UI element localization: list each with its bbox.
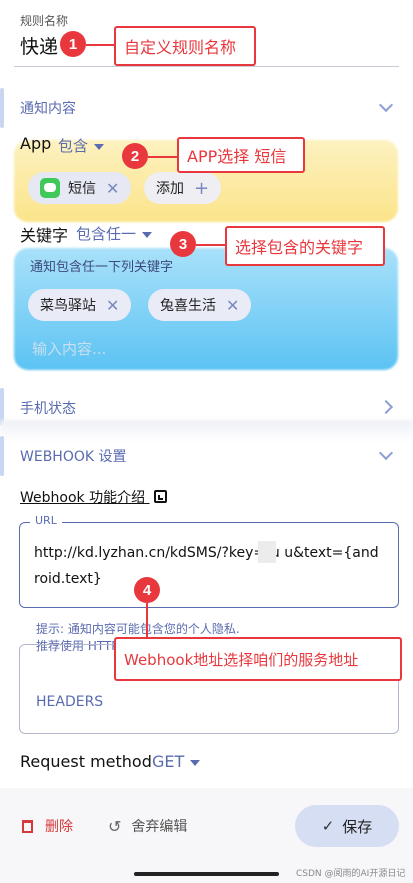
dropdown-arrow-icon bbox=[142, 231, 153, 238]
annotation-connector bbox=[148, 156, 178, 158]
trash-icon bbox=[22, 819, 33, 833]
section-accent bbox=[0, 436, 4, 476]
annotation-number: 4 bbox=[134, 577, 160, 603]
watermark: CSDN @阅雨的AI开源日记 bbox=[296, 869, 406, 879]
keyword-mode-dropdown[interactable]: 包含任一 bbox=[76, 223, 153, 244]
delete-label: 删除 bbox=[45, 819, 73, 835]
phone-state-section-title[interactable]: 手机状态 bbox=[20, 398, 76, 418]
keyword-chip-label: 兔喜生活 bbox=[160, 298, 216, 314]
request-method-value: GET bbox=[152, 752, 185, 771]
discard-button[interactable]: ↺ 舍弃编辑 bbox=[108, 816, 187, 836]
app-mode-dropdown[interactable]: 包含 bbox=[58, 135, 105, 156]
add-app-chip[interactable]: 添加 + bbox=[144, 172, 222, 204]
app-chip[interactable]: 短信 ✕ bbox=[28, 172, 132, 204]
discard-label: 舍弃编辑 bbox=[131, 819, 188, 835]
annotation-label: 自定义规则名称 bbox=[114, 26, 256, 66]
keyword-hint: 通知包含任一下列关键字 bbox=[30, 260, 174, 275]
annotation-connector bbox=[86, 44, 116, 46]
sms-app-icon bbox=[40, 178, 60, 198]
url-input[interactable]: http://kd.lyzhan.cn/kdSMS/?key=ru u&text… bbox=[34, 540, 384, 592]
annotation-connector bbox=[196, 244, 226, 246]
annotation-number: 2 bbox=[122, 143, 148, 169]
add-app-label: 添加 bbox=[156, 181, 184, 197]
close-icon[interactable]: ✕ bbox=[106, 179, 119, 198]
webhook-intro-label: Webhook 功能介绍 bbox=[20, 490, 146, 506]
check-icon: ✓ bbox=[321, 817, 335, 835]
app-chip-label: 短信 bbox=[68, 181, 96, 197]
save-button[interactable]: ✓ 保存 bbox=[295, 805, 399, 847]
home-indicator bbox=[134, 872, 279, 876]
request-method-label: Request method bbox=[20, 752, 152, 771]
rule-name-underline bbox=[14, 66, 399, 67]
annotation-connector bbox=[146, 603, 148, 639]
keyword-chip[interactable]: 兔喜生活 ✕ bbox=[148, 289, 252, 321]
app-mode-value: 包含 bbox=[58, 137, 89, 155]
close-icon[interactable]: ✕ bbox=[106, 296, 119, 315]
annotation-label: APP选择 短信 bbox=[177, 137, 305, 173]
annotation-number: 1 bbox=[60, 31, 86, 57]
keyword-chip-label: 菜鸟驿站 bbox=[40, 298, 96, 314]
keyword-mode-value: 包含任一 bbox=[76, 225, 137, 243]
keyword-chip[interactable]: 菜鸟驿站 ✕ bbox=[28, 289, 132, 321]
rule-name-label: 规则名称 bbox=[20, 14, 69, 28]
request-method-dropdown[interactable]: GET bbox=[152, 752, 201, 771]
rule-name-input[interactable]: 快递 bbox=[20, 32, 58, 59]
webhook-intro-link[interactable]: Webhook 功能介绍 bbox=[20, 487, 167, 507]
annotation-label: Webhook地址选择咱们的服务地址 bbox=[114, 637, 402, 681]
app-label: App bbox=[20, 134, 52, 153]
close-icon[interactable]: ✕ bbox=[226, 296, 239, 315]
delete-button[interactable]: 删除 bbox=[22, 816, 73, 836]
undo-icon: ↺ bbox=[108, 816, 122, 836]
annotation-number: 3 bbox=[170, 231, 196, 257]
plus-icon: + bbox=[194, 177, 210, 199]
url-label: URL bbox=[30, 514, 62, 527]
section-accent bbox=[0, 88, 4, 128]
annotation-label: 选择包含的关键字 bbox=[225, 226, 385, 266]
open-link-icon bbox=[153, 490, 167, 503]
notify-section-title[interactable]: 通知内容 bbox=[20, 98, 76, 118]
chevron-down-icon[interactable] bbox=[378, 97, 394, 113]
privacy-tip-line1: 提示: 通知内容可能包含您的个人隐私. bbox=[36, 622, 240, 636]
url-redaction bbox=[258, 541, 276, 563]
webhook-section-title[interactable]: WEBHOOK 设置 bbox=[20, 446, 127, 466]
save-label: 保存 bbox=[342, 817, 373, 836]
keyword-label: 关键字 bbox=[20, 226, 69, 245]
blurred-band bbox=[0, 420, 413, 442]
keyword-input[interactable]: 输入内容... bbox=[32, 338, 106, 359]
headers-placeholder: HEADERS bbox=[36, 694, 104, 710]
dropdown-arrow-icon bbox=[190, 759, 201, 766]
chevron-down-icon[interactable] bbox=[378, 445, 394, 461]
chevron-right-icon[interactable] bbox=[378, 399, 394, 415]
dropdown-arrow-icon bbox=[94, 143, 105, 150]
